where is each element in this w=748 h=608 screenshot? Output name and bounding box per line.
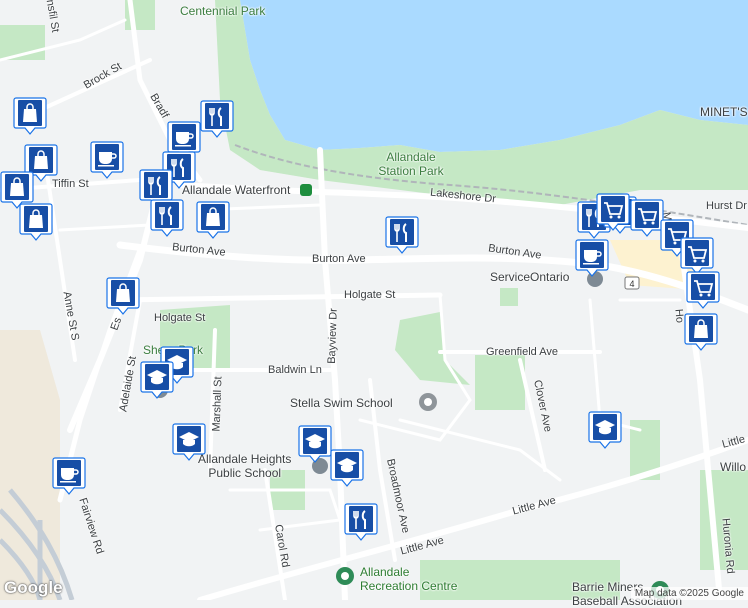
shopping-bag-icon[interactable] (13, 96, 47, 136)
label-allandale-waterfront: Allandale Waterfront (182, 183, 291, 197)
shopping-cart-icon[interactable] (596, 192, 630, 232)
shopping-cart-icon[interactable] (630, 198, 664, 238)
restaurant-icon[interactable] (150, 198, 184, 238)
label-hurst-dr: Hurst Dr (706, 200, 747, 212)
school-icon[interactable] (172, 422, 206, 462)
school-icon[interactable] (330, 448, 364, 488)
label-baldwin-ln: Baldwin Ln (268, 364, 322, 376)
label-minets: MINET'S (700, 105, 748, 119)
school-icon[interactable] (140, 360, 174, 400)
map-attribution[interactable]: Map data ©2025 Google (630, 587, 748, 600)
shopping-cart-icon[interactable] (686, 270, 720, 310)
google-logo: Google (4, 578, 63, 597)
label-willow: Willo (720, 460, 746, 474)
train-station-icon (300, 184, 312, 196)
shopping-bag-icon[interactable] (196, 200, 230, 240)
school-icon[interactable] (298, 424, 332, 464)
label-holgate-st-1: Holgate St (154, 312, 206, 324)
label-holgate-st-2: Holgate St (344, 289, 396, 301)
label-centennial-park: Centennial Park (180, 4, 266, 18)
shopping-bag-icon[interactable] (19, 202, 53, 242)
label-stella-swim-school[interactable]: Stella Swim School (290, 396, 393, 410)
restaurant-icon[interactable] (200, 99, 234, 139)
restaurant-icon[interactable] (385, 215, 419, 255)
school-icon[interactable] (588, 410, 622, 450)
label-allandale-heights-ps[interactable]: Allandale Heights Public School (198, 452, 291, 480)
cafe-icon[interactable] (52, 456, 86, 496)
label-marshall-st: Marshall St (210, 376, 225, 432)
park-service (500, 288, 518, 306)
cafe-icon[interactable] (575, 238, 609, 278)
label-burton-ave-2: Burton Ave (312, 253, 366, 265)
label-allandale-rec[interactable]: Allandale Recreation Centre (360, 565, 457, 593)
label-serviceontario[interactable]: ServiceOntario (490, 270, 569, 284)
route-4-label: 4 (629, 279, 634, 289)
shopping-bag-icon[interactable] (684, 312, 718, 352)
park-greenfield (475, 355, 525, 410)
label-greenfield-ave: Greenfield Ave (486, 346, 558, 358)
cafe-icon[interactable] (90, 140, 124, 180)
label-bayview-dr: Bayview Dr (325, 307, 340, 365)
restaurant-icon[interactable] (344, 502, 378, 542)
shopping-bag-icon[interactable] (106, 276, 140, 316)
label-allandale-station-park: Allandale Station Park (378, 150, 444, 178)
